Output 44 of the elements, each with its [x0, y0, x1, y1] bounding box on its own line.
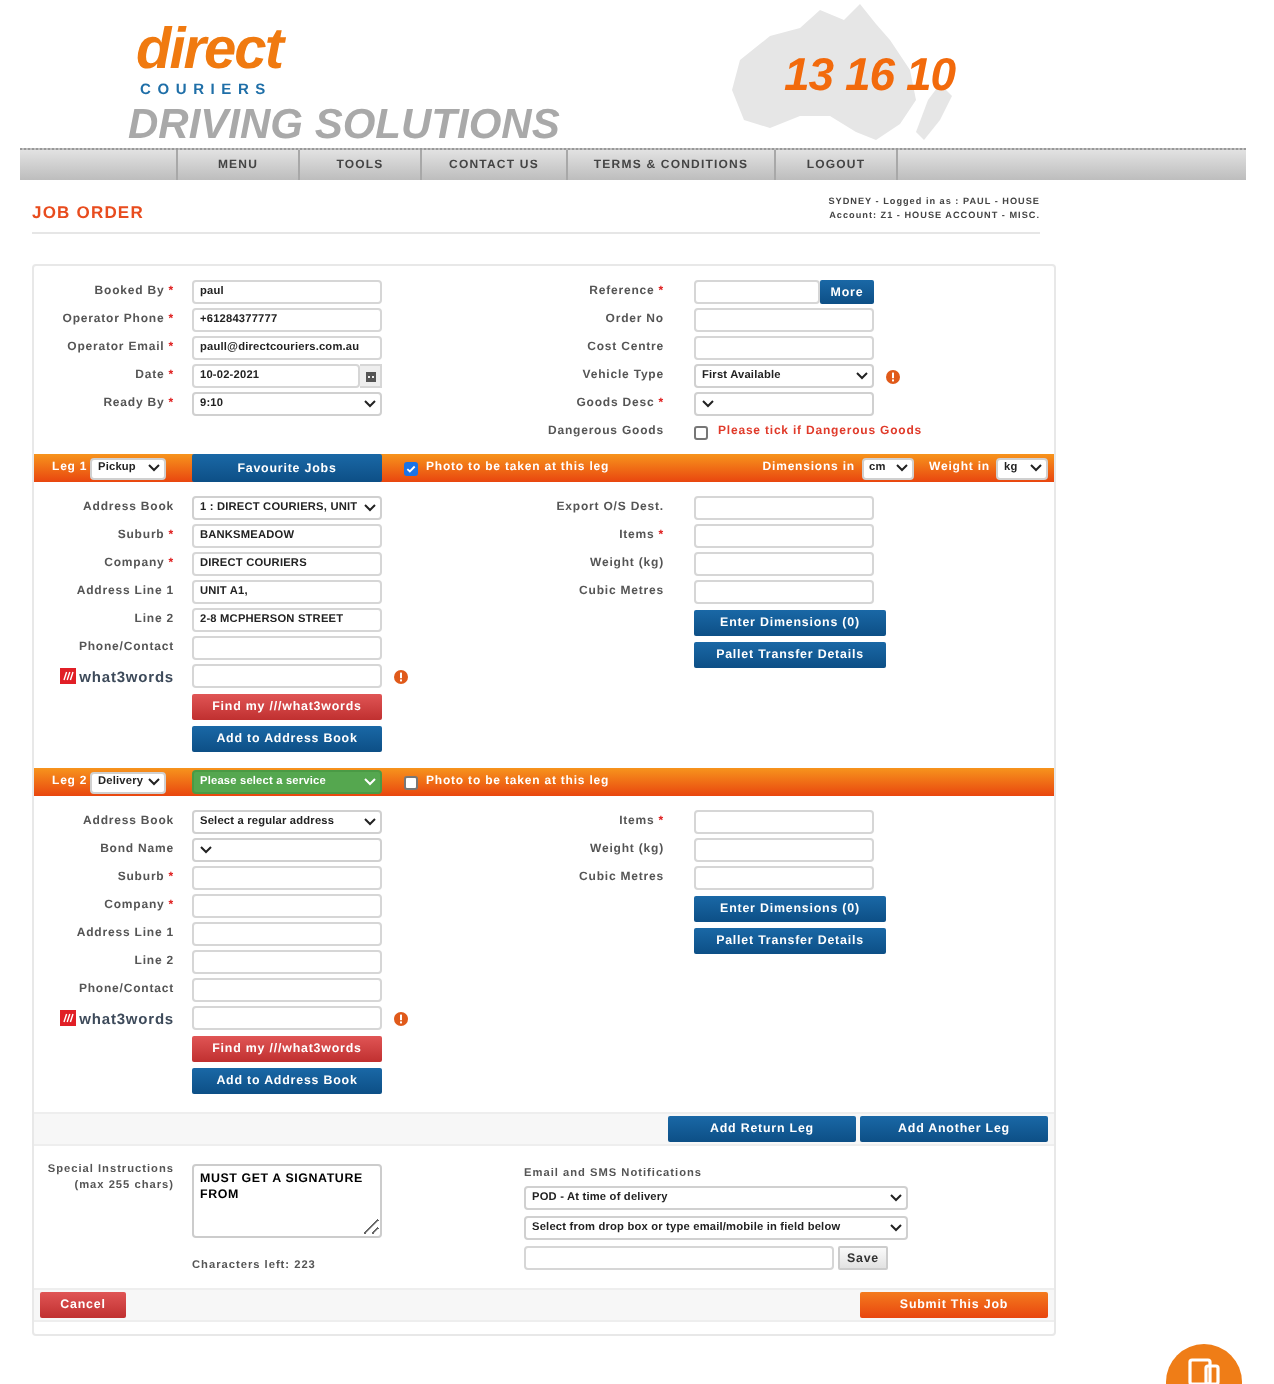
chevron-icon	[1030, 464, 1042, 472]
calendar-icon	[365, 371, 375, 381]
logo-text: direct	[136, 20, 282, 80]
chevron-icon	[702, 400, 714, 408]
text-field[interactable]	[694, 552, 874, 576]
text-field[interactable]	[694, 336, 874, 360]
text-field[interactable]	[192, 1006, 382, 1030]
text-field[interactable]	[192, 866, 382, 890]
text-field[interactable]	[192, 922, 382, 946]
phone-number: 13 16 10	[784, 48, 956, 102]
chevron-icon	[364, 400, 376, 408]
select-field[interactable]	[694, 392, 874, 416]
chevron-icon	[200, 846, 212, 854]
text-field[interactable]	[192, 664, 382, 688]
chevron-icon	[890, 1194, 902, 1202]
text-field[interactable]	[694, 866, 874, 890]
text-field[interactable]	[694, 838, 874, 862]
checkbox[interactable]	[404, 461, 418, 475]
text-field[interactable]	[694, 524, 874, 548]
chevron-icon	[895, 464, 907, 472]
text-field[interactable]	[192, 894, 382, 918]
chevron-icon	[364, 818, 376, 826]
chevron-icon	[364, 778, 376, 786]
text-field[interactable]	[694, 580, 874, 604]
text-field[interactable]	[192, 636, 382, 660]
select-field[interactable]	[192, 838, 382, 862]
chevron-icon	[148, 778, 160, 786]
calendar-button[interactable]	[360, 364, 382, 388]
checkbox[interactable]	[404, 775, 418, 789]
text-field[interactable]	[192, 978, 382, 1002]
checkbox[interactable]	[694, 425, 708, 439]
chevron-icon	[364, 504, 376, 512]
text-field[interactable]	[694, 810, 874, 834]
page-title: JOB ORDER	[32, 200, 144, 226]
text-field[interactable]	[694, 496, 874, 520]
text-field[interactable]	[694, 280, 820, 304]
device-icon	[1188, 1358, 1220, 1384]
tagline: DRIVING SOLUTIONS	[128, 104, 560, 148]
text-field[interactable]	[694, 308, 874, 332]
chevron-icon	[856, 372, 868, 380]
text-field[interactable]	[192, 950, 382, 974]
contact-field[interactable]	[524, 1246, 834, 1270]
chevron-icon	[890, 1224, 902, 1232]
chevron-icon	[148, 464, 160, 472]
